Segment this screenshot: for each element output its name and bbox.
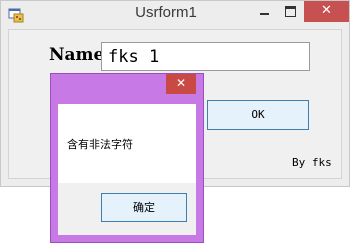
ok-button[interactable]: OK [207, 100, 309, 130]
name-input[interactable] [101, 42, 310, 71]
confirm-button[interactable]: 确定 [101, 193, 187, 222]
message-box-footer: 确定 [58, 183, 196, 235]
name-label: Name [49, 45, 105, 65]
maximize-icon [285, 6, 296, 17]
message-box: ✕ 含有非法字符 确定 [50, 73, 204, 243]
title-bar[interactable]: Usrform1 ✕ [1, 1, 349, 29]
author-label: By fks [292, 156, 332, 169]
message-text: 含有非法字符 [67, 138, 133, 151]
maximize-button[interactable] [278, 1, 304, 22]
minimize-button[interactable] [252, 1, 278, 22]
message-box-body: 含有非法字符 [58, 104, 196, 183]
close-icon: ✕ [321, 3, 332, 18]
message-box-close-button[interactable]: ✕ [166, 74, 196, 94]
close-icon: ✕ [175, 76, 187, 90]
minimize-icon [260, 13, 269, 15]
close-button[interactable]: ✕ [304, 1, 349, 22]
